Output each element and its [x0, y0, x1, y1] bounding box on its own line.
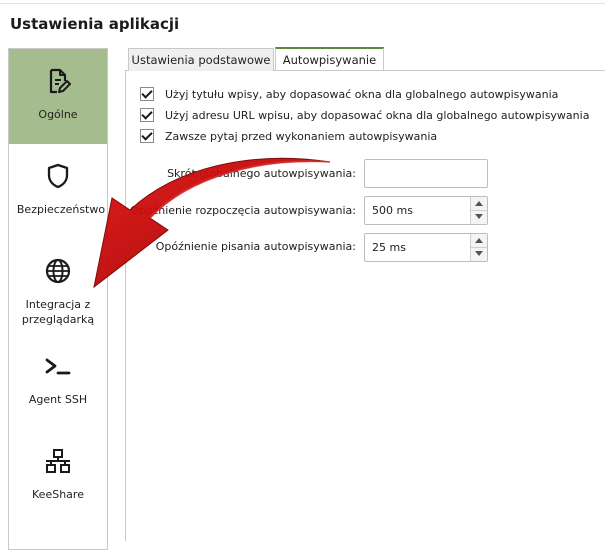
- sidebar-item-browser-integration[interactable]: Integracja z przeglądarką: [9, 239, 107, 334]
- sidebar-item-security[interactable]: Bezpieczeństwo: [9, 144, 107, 239]
- shield-icon: [47, 163, 69, 189]
- start-delay-value: 500 ms: [372, 204, 413, 217]
- checkbox[interactable]: [140, 108, 154, 122]
- option-use-entry-title[interactable]: Użyj tytułu wpisy, aby dopasować okna dl…: [140, 86, 558, 102]
- sidebar-item-ssh-agent[interactable]: Agent SSH: [9, 334, 107, 429]
- network-icon: [46, 449, 70, 473]
- chevron-up-icon: [475, 201, 483, 206]
- sidebar-item-label: Ogólne: [38, 108, 78, 121]
- checkbox[interactable]: [140, 87, 154, 101]
- chevron-up-icon: [475, 238, 483, 243]
- globe-icon: [45, 258, 71, 284]
- spin-buttons: [470, 234, 487, 261]
- spin-buttons: [470, 197, 487, 224]
- tab-autotype[interactable]: Autowpisywanie: [275, 47, 384, 70]
- option-use-entry-url[interactable]: Użyj adresu URL wpisu, aby dopasować okn…: [140, 107, 589, 123]
- option-label: Użyj tytułu wpisy, aby dopasować okna dl…: [165, 87, 559, 101]
- sidebar-item-keeshare[interactable]: KeeShare: [9, 429, 107, 524]
- tab-basic-settings[interactable]: Ustawienia podstawowe: [128, 48, 274, 71]
- chevron-down-icon: [475, 214, 483, 219]
- page-title: Ustawienia aplikacji: [10, 15, 180, 33]
- sidebar-item-label: KeeShare: [32, 488, 84, 501]
- shortcut-label: Skrót globalnego autowpisywania:: [167, 167, 356, 180]
- sidebar-item-label: Agent SSH: [28, 393, 88, 406]
- top-divider: [0, 3, 605, 4]
- start-delay-label: Opóźnienie rozpoczęcia autowpisywania:: [130, 204, 356, 217]
- typing-delay-spinbox[interactable]: 25 ms: [364, 233, 488, 262]
- sidebar-item-label: Integracja z przeglądarką: [21, 298, 95, 326]
- decrement-button[interactable]: [471, 210, 487, 223]
- sidebar-item-label: Bezpieczeństwo: [16, 203, 106, 216]
- typing-delay-label: Opóźnienie pisania autowpisywania:: [155, 240, 356, 253]
- edit-document-icon: [49, 68, 71, 94]
- decrement-button[interactable]: [471, 247, 487, 260]
- option-always-ask[interactable]: Zawsze pytaj przed wykonaniem autowpisyw…: [140, 128, 437, 144]
- chevron-down-icon: [475, 251, 483, 256]
- start-delay-spinbox[interactable]: 500 ms: [364, 196, 488, 225]
- option-label: Użyj adresu URL wpisu, aby dopasować okn…: [165, 108, 590, 122]
- checkbox[interactable]: [140, 129, 154, 143]
- increment-button[interactable]: [471, 197, 487, 211]
- option-label: Zawsze pytaj przed wykonaniem autowpisyw…: [165, 129, 438, 143]
- shortcut-input[interactable]: [364, 159, 488, 188]
- settings-sidebar: Ogólne Bezpieczeństwo Integracja z przegl…: [8, 48, 108, 550]
- sidebar-item-general[interactable]: Ogólne: [9, 49, 107, 144]
- terminal-icon: [45, 358, 71, 375]
- increment-button[interactable]: [471, 234, 487, 248]
- typing-delay-value: 25 ms: [372, 241, 406, 254]
